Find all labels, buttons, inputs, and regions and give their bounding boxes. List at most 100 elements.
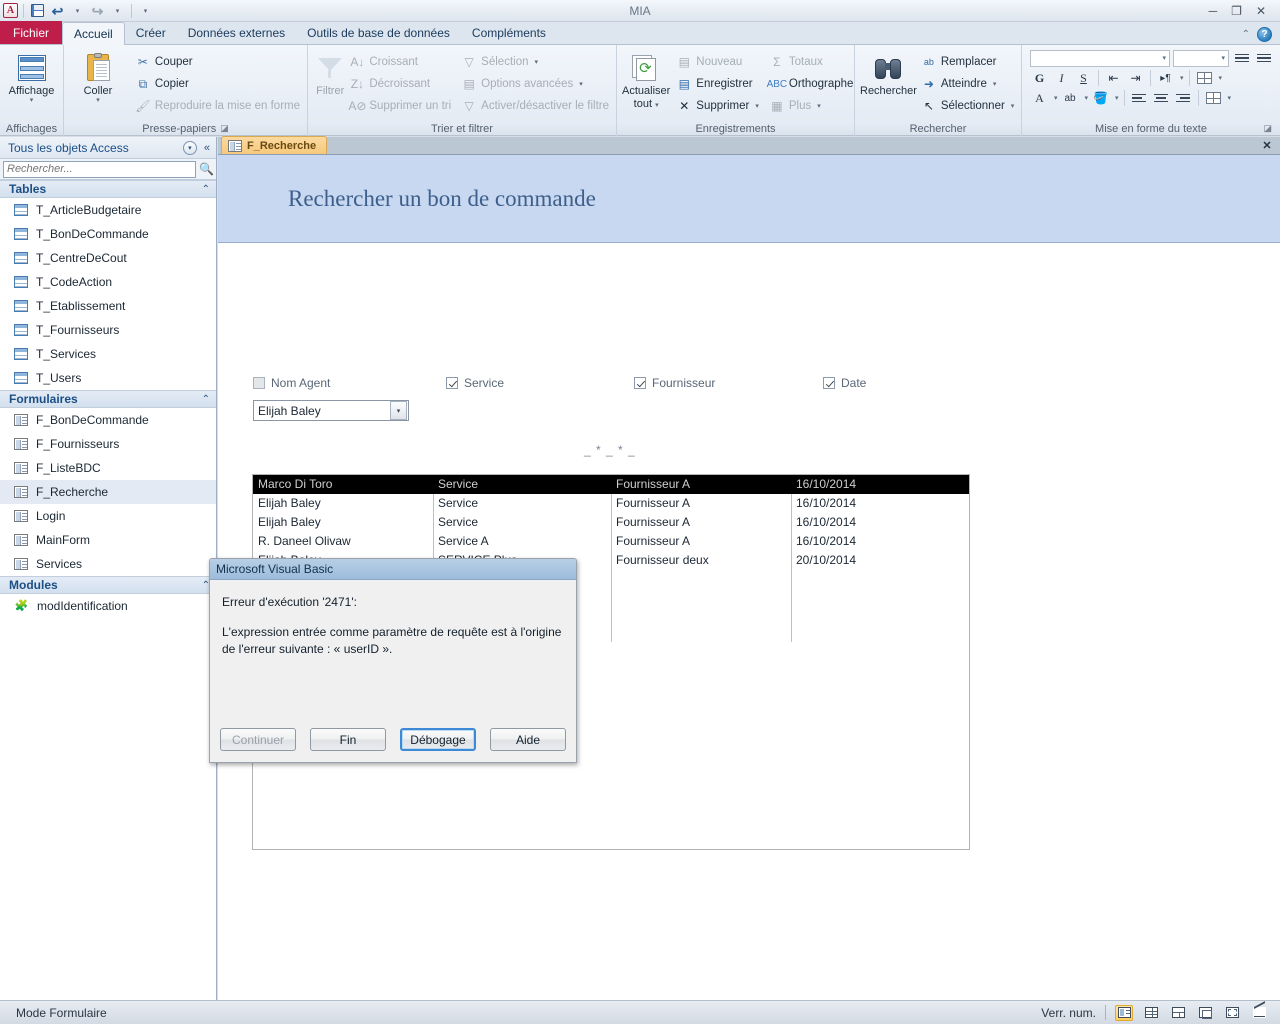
sort-descending-button[interactable]: Z↓ Décroissant [347,73,453,95]
alternate-row-color-button[interactable] [1195,69,1214,88]
customize-qat-button[interactable]: ▾ [137,2,154,19]
nav-group-modules[interactable]: Modules ⌃ [0,576,216,594]
nav-item-t-etablissement[interactable]: T_Etablissement [0,294,216,318]
fill-color-button[interactable]: 🪣 [1091,89,1110,108]
highlight-button[interactable]: ab [1061,89,1080,108]
sort-ascending-button[interactable]: A↓ Croissant [347,51,453,73]
increase-indent-button[interactable]: ⇥ [1126,69,1145,88]
goto-button[interactable]: ➜ Atteindre ▾ [919,73,1016,95]
navigation-menu-icon[interactable]: ▾ [182,140,197,155]
numbered-list-button[interactable] [1254,49,1273,68]
bullet-list-button[interactable] [1232,49,1251,68]
advanced-options-button[interactable]: ▤ Options avancées ▾ [459,73,611,95]
nav-item-t-services[interactable]: T_Services [0,342,216,366]
selection-button[interactable]: ▽ Sélection ▾ [459,51,611,73]
search-icon[interactable]: 🔍 [199,162,214,176]
help-button[interactable]: Aide [490,728,566,751]
chevron-down-icon[interactable]: ▾ [1180,74,1184,82]
nav-item-f-fournisseurs[interactable]: F_Fournisseurs [0,432,216,456]
tab-creer[interactable]: Créer [125,22,177,44]
clear-sort-button[interactable]: A⊘ Supprimer un tri [347,95,453,117]
dialog-launcher-icon[interactable]: ◪ [220,123,229,134]
continue-button[interactable]: Continuer [220,728,296,751]
undo-button[interactable]: ↩ [49,2,66,19]
tab-outils-base-de-donnees[interactable]: Outils de base de données [296,22,461,44]
new-record-button[interactable]: ▤ Nouveau [674,51,761,73]
collapse-ribbon-icon[interactable]: ⌃ [1242,29,1250,40]
close-button[interactable]: ✕ [1256,5,1266,17]
paste-button[interactable]: Coller ▾ [69,49,127,104]
agent-combo-box[interactable]: Elijah Baley ▾ [253,400,409,421]
nav-item-f-recherche[interactable]: F_Recherche [0,480,216,504]
tab-donnees-externes[interactable]: Données externes [177,22,296,44]
design-view-button[interactable] [1223,1005,1241,1021]
text-direction-button[interactable]: ▸¶ [1156,69,1175,88]
align-center-button[interactable] [1152,89,1171,108]
tab-accueil[interactable]: Accueil [62,22,125,45]
grid-header-row[interactable]: Marco Di Toro Service Fournisseur A 16/1… [253,475,969,494]
tab-fichier[interactable]: Fichier [0,21,63,44]
toggle-filter-button[interactable]: ▽ Activer/désactiver le filtre [459,95,611,117]
font-color-button[interactable]: A [1030,89,1049,108]
nav-item-login[interactable]: Login [0,504,216,528]
find-button[interactable]: Rechercher [860,49,917,97]
nav-item-t-bondecommande[interactable]: T_BonDeCommande [0,222,216,246]
nav-item-mainform[interactable]: MainForm [0,528,216,552]
undo-dropdown[interactable]: ▾ [69,2,86,19]
nav-group-formulaires[interactable]: Formulaires ⌃ [0,390,216,408]
delete-record-button[interactable]: ✕ Supprimer ▾ [674,95,761,117]
align-right-button[interactable] [1174,89,1193,108]
checkbox-date[interactable]: Date [823,376,866,390]
italic-button[interactable]: I [1052,69,1071,88]
nav-item-t-codeaction[interactable]: T_CodeAction [0,270,216,294]
checkbox-fournisseur[interactable]: Fournisseur [634,376,715,390]
bold-button[interactable]: G [1030,69,1049,88]
form-view-button[interactable] [1115,1004,1133,1021]
nav-item-t-centredecout[interactable]: T_CentreDeCout [0,246,216,270]
redo-dropdown[interactable]: ▾ [109,2,126,19]
select-button[interactable]: ↖ Sélectionner ▾ [919,95,1016,117]
document-tab-f-recherche[interactable]: F_Recherche [221,136,328,154]
pivotchart-view-button[interactable] [1250,1005,1268,1021]
nav-item-f-bondecommande[interactable]: F_BonDeCommande [0,408,216,432]
nav-item-modidentification[interactable]: 🧩 modIdentification [0,594,216,618]
align-left-button[interactable] [1130,89,1149,108]
nav-group-tables[interactable]: Tables ⌃ [0,180,216,198]
chevron-down-icon[interactable]: ▾ [1054,94,1058,102]
gridlines-button[interactable] [1204,89,1223,108]
checkbox-service[interactable]: Service [446,376,504,390]
checkbox-nom-agent[interactable]: Nom Agent [253,376,330,390]
close-document-icon[interactable]: ✕ [1259,138,1275,153]
dialog-launcher-icon[interactable]: ◪ [1263,123,1272,134]
save-button[interactable] [29,2,46,19]
minimize-button[interactable]: ─ [1209,5,1218,17]
chevron-down-icon[interactable]: ▾ [1085,94,1089,102]
refresh-all-button[interactable]: ⟳ Actualiser tout ▾ [622,49,670,110]
nav-item-t-users[interactable]: T_Users [0,366,216,390]
redo-button[interactable]: ↪ [89,2,106,19]
nav-item-services[interactable]: Services [0,552,216,576]
format-painter-button[interactable]: 🖌 Reproduire la mise en forme [133,95,302,117]
nav-item-t-articlebudgetaire[interactable]: T_ArticleBudgetaire [0,198,216,222]
filter-button[interactable]: Filtrer [313,49,347,97]
help-icon[interactable]: ? [1257,27,1272,42]
totals-button[interactable]: Σ Totaux [767,51,856,73]
debug-button[interactable]: Débogage [400,728,476,751]
view-button[interactable]: Affichage ▾ [5,49,58,104]
search-input[interactable] [3,160,196,178]
cut-button[interactable]: ✂ Couper [133,51,302,73]
tab-complements[interactable]: Compléments [461,22,557,44]
restore-button[interactable]: ❐ [1231,5,1242,17]
more-button[interactable]: ▦ Plus ▾ [767,95,856,117]
chevron-down-icon[interactable]: ▾ [390,401,407,420]
decrease-indent-button[interactable]: ⇤ [1104,69,1123,88]
copy-button[interactable]: ⧉ Copier [133,73,302,95]
chevron-down-icon[interactable]: ▾ [1219,74,1223,82]
nav-item-t-fournisseurs[interactable]: T_Fournisseurs [0,318,216,342]
datasheet-view-button[interactable] [1142,1005,1160,1021]
collapse-navigation-icon[interactable]: « [201,142,213,154]
replace-button[interactable]: ab Remplacer [919,51,1016,73]
chevron-down-icon[interactable]: ▾ [1115,94,1119,102]
layout-view-button[interactable] [1196,1005,1214,1021]
chevron-down-icon[interactable]: ▾ [1228,94,1232,102]
